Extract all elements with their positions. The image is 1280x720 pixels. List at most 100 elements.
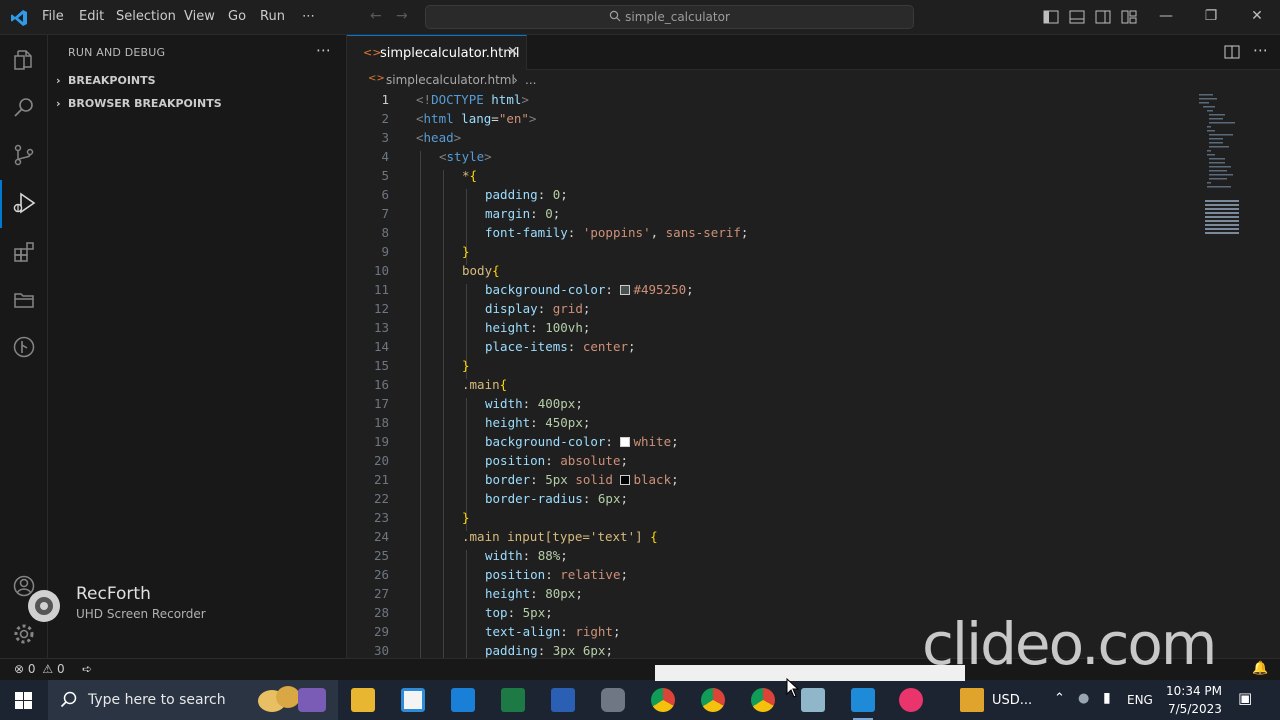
run-and-debug-icon[interactable] xyxy=(12,191,36,215)
network-icon[interactable]: ● xyxy=(1078,691,1089,706)
customize-layout-icon[interactable] xyxy=(1121,10,1137,24)
code-text[interactable]: *{ xyxy=(462,168,477,183)
explorer-icon[interactable] xyxy=(12,48,36,72)
section-breakpoints[interactable]: › BREAKPOINTS xyxy=(56,74,156,87)
code-text[interactable]: display: grid; xyxy=(485,301,590,316)
chrome-icon[interactable] xyxy=(651,688,675,712)
problems-indicator[interactable]: ⊗ 0 ⚠ 0 xyxy=(14,662,65,676)
language-indicator[interactable]: ENG xyxy=(1127,693,1153,707)
windows-start-icon[interactable] xyxy=(15,692,32,709)
notifications-bell-icon[interactable]: 🔔 xyxy=(1252,661,1268,676)
toggle-primary-sidebar-icon[interactable] xyxy=(1043,10,1059,24)
line-number[interactable]: 16 xyxy=(347,377,389,392)
menu-run[interactable]: Run xyxy=(260,9,285,24)
line-number[interactable]: 20 xyxy=(347,453,389,468)
editor-more-icon[interactable]: ⋯ xyxy=(1253,41,1268,59)
source-control-icon[interactable] xyxy=(12,143,36,167)
action-center-icon[interactable]: ▣ xyxy=(1238,689,1252,707)
color-swatch[interactable] xyxy=(620,285,631,295)
code-text[interactable]: } xyxy=(462,358,470,373)
line-number[interactable]: 12 xyxy=(347,301,389,316)
line-number[interactable]: 30 xyxy=(347,643,389,658)
toggle-secondary-sidebar-icon[interactable] xyxy=(1095,10,1111,24)
code-text[interactable]: position: absolute; xyxy=(485,453,628,468)
git-graph-icon[interactable] xyxy=(12,335,36,359)
word-icon[interactable] xyxy=(551,688,575,712)
code-text[interactable]: } xyxy=(462,244,470,259)
code-text[interactable]: top: 5px; xyxy=(485,605,553,620)
currency-widget-icon[interactable] xyxy=(960,688,984,712)
code-text[interactable]: width: 88%; xyxy=(485,548,568,563)
code-text[interactable]: <style> xyxy=(439,149,492,164)
line-number[interactable]: 14 xyxy=(347,339,389,354)
split-editor-icon[interactable] xyxy=(1224,45,1240,59)
search-view-icon[interactable] xyxy=(12,95,36,119)
recforth-taskbar-icon[interactable] xyxy=(899,688,923,712)
code-text[interactable]: margin: 0; xyxy=(485,206,560,221)
line-number[interactable]: 3 xyxy=(347,130,389,145)
extensions-icon[interactable] xyxy=(12,240,36,264)
line-number[interactable]: 13 xyxy=(347,320,389,335)
close-window-icon[interactable]: ✕ xyxy=(1247,8,1267,26)
code-text[interactable]: background-color: white; xyxy=(485,434,679,449)
code-text[interactable]: <!DOCTYPE html> xyxy=(416,92,529,107)
line-number[interactable]: 5 xyxy=(347,168,389,183)
command-center[interactable]: simple_calculator xyxy=(425,5,914,29)
line-number[interactable]: 22 xyxy=(347,491,389,506)
menu-more[interactable]: ⋯ xyxy=(302,9,315,24)
clock-time[interactable]: 10:34 PM xyxy=(1166,684,1222,698)
line-number[interactable]: 6 xyxy=(347,187,389,202)
line-number[interactable]: 29 xyxy=(347,624,389,639)
line-number[interactable]: 21 xyxy=(347,472,389,487)
tray-expand-icon[interactable]: ⌃ xyxy=(1054,691,1065,706)
battery-icon[interactable]: ▮ xyxy=(1103,690,1111,706)
mail-icon[interactable] xyxy=(451,688,475,712)
line-number[interactable]: 27 xyxy=(347,586,389,601)
microsoft-store-icon[interactable] xyxy=(401,688,425,712)
line-number[interactable]: 2 xyxy=(347,111,389,126)
menu-edit[interactable]: Edit xyxy=(79,9,104,24)
line-number[interactable]: 28 xyxy=(347,605,389,620)
nav-back-icon[interactable]: ← xyxy=(370,8,382,24)
menu-selection[interactable]: Selection xyxy=(116,9,176,24)
menu-file[interactable]: File xyxy=(42,9,64,24)
line-number[interactable]: 1 xyxy=(347,92,389,107)
line-number[interactable]: 17 xyxy=(347,396,389,411)
taskbar-search[interactable]: Type here to search xyxy=(48,680,338,720)
code-text[interactable]: background-color: #495250; xyxy=(485,282,694,297)
code-text[interactable]: .main input[type='text'] { xyxy=(462,529,658,544)
tab-simplecalculator[interactable]: <> simplecalculator.html ✕ xyxy=(347,35,527,70)
line-number[interactable]: 26 xyxy=(347,567,389,582)
code-text[interactable]: position: relative; xyxy=(485,567,628,582)
color-swatch[interactable] xyxy=(620,437,631,447)
code-text[interactable]: padding: 0; xyxy=(485,187,568,202)
toggle-panel-icon[interactable] xyxy=(1069,10,1085,24)
code-text[interactable]: body{ xyxy=(462,263,500,278)
excel-icon[interactable] xyxy=(501,688,525,712)
code-text[interactable]: height: 450px; xyxy=(485,415,590,430)
breadcrumb-file[interactable]: simplecalculator.html xyxy=(386,73,515,87)
code-text[interactable]: place-items: center; xyxy=(485,339,636,354)
line-number[interactable]: 10 xyxy=(347,263,389,278)
debug-launch-icon[interactable]: ➪ xyxy=(82,662,92,676)
vscode-logo-icon[interactable] xyxy=(10,9,28,27)
menu-go[interactable]: Go xyxy=(228,9,246,24)
currency-widget-label[interactable]: USD... xyxy=(992,693,1032,708)
code-text[interactable]: padding: 3px 6px; xyxy=(485,643,613,658)
code-editor[interactable]: 1 <!DOCTYPE html> 2 <html lang="en"> 3 <head>… xyxy=(347,92,1280,658)
code-text[interactable]: border-radius: 6px; xyxy=(485,491,628,506)
file-explorer-icon[interactable] xyxy=(351,688,375,712)
line-number[interactable]: 19 xyxy=(347,434,389,449)
tab-close-icon[interactable]: ✕ xyxy=(507,44,519,60)
code-text[interactable]: text-align: right; xyxy=(485,624,621,639)
chrome-profile-icon[interactable] xyxy=(701,688,725,712)
nav-forward-icon[interactable]: → xyxy=(396,8,408,24)
line-number[interactable]: 18 xyxy=(347,415,389,430)
code-text[interactable]: height: 100vh; xyxy=(485,320,590,335)
line-number[interactable]: 23 xyxy=(347,510,389,525)
restore-icon[interactable]: ❐ xyxy=(1201,8,1221,26)
code-text[interactable]: .main{ xyxy=(462,377,507,392)
line-number[interactable]: 4 xyxy=(347,149,389,164)
color-swatch[interactable] xyxy=(620,475,631,485)
code-text[interactable]: <html lang="en"> xyxy=(416,111,536,126)
